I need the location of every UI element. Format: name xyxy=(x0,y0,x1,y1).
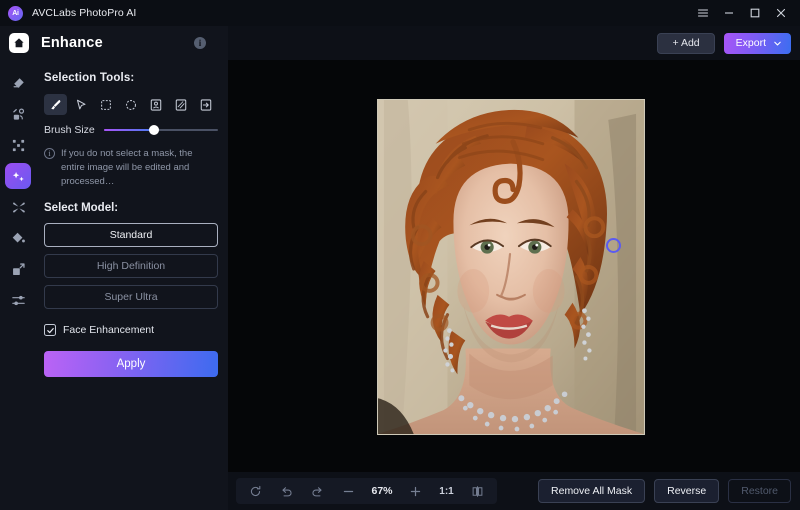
export-button-label: Export xyxy=(735,37,766,49)
portrait-photo-render xyxy=(378,100,644,434)
check-icon xyxy=(46,327,54,333)
header-left: Enhance i xyxy=(0,26,228,60)
sidebar-item-resize[interactable] xyxy=(5,256,31,282)
face-enhancement-checkbox[interactable] xyxy=(44,324,56,337)
brush-cursor-circle xyxy=(606,238,621,253)
actual-size-button[interactable]: 1:1 xyxy=(431,479,462,503)
zoom-in-button[interactable] xyxy=(400,479,431,503)
maximize-icon[interactable] xyxy=(742,1,768,25)
sidebar-item-eraser[interactable] xyxy=(5,70,31,96)
select-model-label: Select Model: xyxy=(44,202,119,215)
face-enhancement-label: Face Enhancement xyxy=(63,324,155,337)
app-logo-icon: Ai xyxy=(8,5,23,21)
face-enhancement-row[interactable]: Face Enhancement xyxy=(44,324,218,337)
brush-size-label: Brush Size xyxy=(44,124,95,136)
selection-tools-label: Selection Tools: xyxy=(44,72,135,84)
minimize-icon[interactable] xyxy=(716,1,742,25)
close-icon[interactable] xyxy=(768,1,794,25)
remove-all-mask-button[interactable]: Remove All Mask xyxy=(538,479,646,503)
bottom-toolbar: 67% 1:1 Remove All Mask Reverse Restore xyxy=(228,472,800,510)
sidebar-item-upscale[interactable] xyxy=(5,132,31,158)
menu-icon[interactable] xyxy=(690,1,716,25)
mask-hint-text: If you do not select a mask, the entire … xyxy=(61,148,193,187)
enhance-panel: Selection Tools: Brush Size i If you do … xyxy=(36,60,228,510)
undo-icon[interactable] xyxy=(271,479,302,503)
reset-icon[interactable] xyxy=(240,479,271,503)
tool-rail xyxy=(0,60,36,510)
portrait-photo[interactable] xyxy=(377,99,645,435)
app-title: AVCLabs PhotoPro AI xyxy=(32,7,137,19)
info-icon[interactable]: i xyxy=(194,37,206,49)
title-bar: Ai AVCLabs PhotoPro AI xyxy=(0,0,800,26)
header-bar: Enhance i + Add Export xyxy=(0,26,800,60)
slider-fill xyxy=(103,128,155,132)
page-title: Enhance xyxy=(41,35,103,51)
split-compare-icon[interactable] xyxy=(462,479,493,503)
model-super-ultra[interactable]: Super Ultra xyxy=(44,285,218,310)
sidebar-item-colorize[interactable] xyxy=(5,225,31,251)
tool-portrait-select[interactable] xyxy=(144,94,167,115)
zoom-level[interactable]: 67% xyxy=(364,479,400,503)
sidebar-item-retouch[interactable] xyxy=(5,194,31,220)
selection-tools-row xyxy=(44,94,218,115)
mask-hint: i If you do not select a mask, the entir… xyxy=(44,147,218,188)
zoom-out-button[interactable] xyxy=(333,479,364,503)
add-button[interactable]: + Add xyxy=(657,32,715,54)
brush-size-slider[interactable] xyxy=(103,124,218,136)
workspace: 67% 1:1 Remove All Mask Reverse Restore xyxy=(228,60,800,510)
tool-import-mask[interactable] xyxy=(194,94,217,115)
home-icon[interactable] xyxy=(9,33,29,53)
tool-cursor[interactable] xyxy=(69,94,92,115)
zoom-controls: 67% 1:1 xyxy=(236,478,497,504)
tool-rect-select[interactable] xyxy=(94,94,117,115)
export-button[interactable]: Export xyxy=(723,32,791,54)
tool-ellipse-select[interactable] xyxy=(119,94,142,115)
restore-button: Restore xyxy=(728,479,791,503)
sidebar-item-enhance[interactable] xyxy=(5,163,31,189)
sidebar-item-object-removal[interactable] xyxy=(5,101,31,127)
header-right: + Add Export xyxy=(228,26,800,60)
chevron-down-icon xyxy=(774,41,781,45)
mask-actions: Remove All Mask Reverse Restore xyxy=(538,479,791,503)
redo-icon[interactable] xyxy=(302,479,333,503)
model-standard[interactable]: Standard xyxy=(44,223,218,248)
brush-size-row: Brush Size xyxy=(44,124,218,136)
window-controls xyxy=(690,1,794,25)
reverse-button[interactable]: Reverse xyxy=(654,479,720,503)
body: Selection Tools: Brush Size i If you do … xyxy=(0,60,800,510)
sidebar-item-adjust[interactable] xyxy=(5,287,31,313)
info-circle-icon: i xyxy=(44,148,55,159)
tool-brush[interactable] xyxy=(44,94,67,115)
tool-hatch-select[interactable] xyxy=(169,94,192,115)
application-window: Ai AVCLabs PhotoPro AI Enhance i + Add E… xyxy=(0,0,800,510)
apply-button[interactable]: Apply xyxy=(44,351,218,378)
canvas[interactable] xyxy=(228,60,800,472)
model-high-definition[interactable]: High Definition xyxy=(44,254,218,279)
slider-knob[interactable] xyxy=(149,125,160,135)
app-logo-text: Ai xyxy=(12,9,19,17)
